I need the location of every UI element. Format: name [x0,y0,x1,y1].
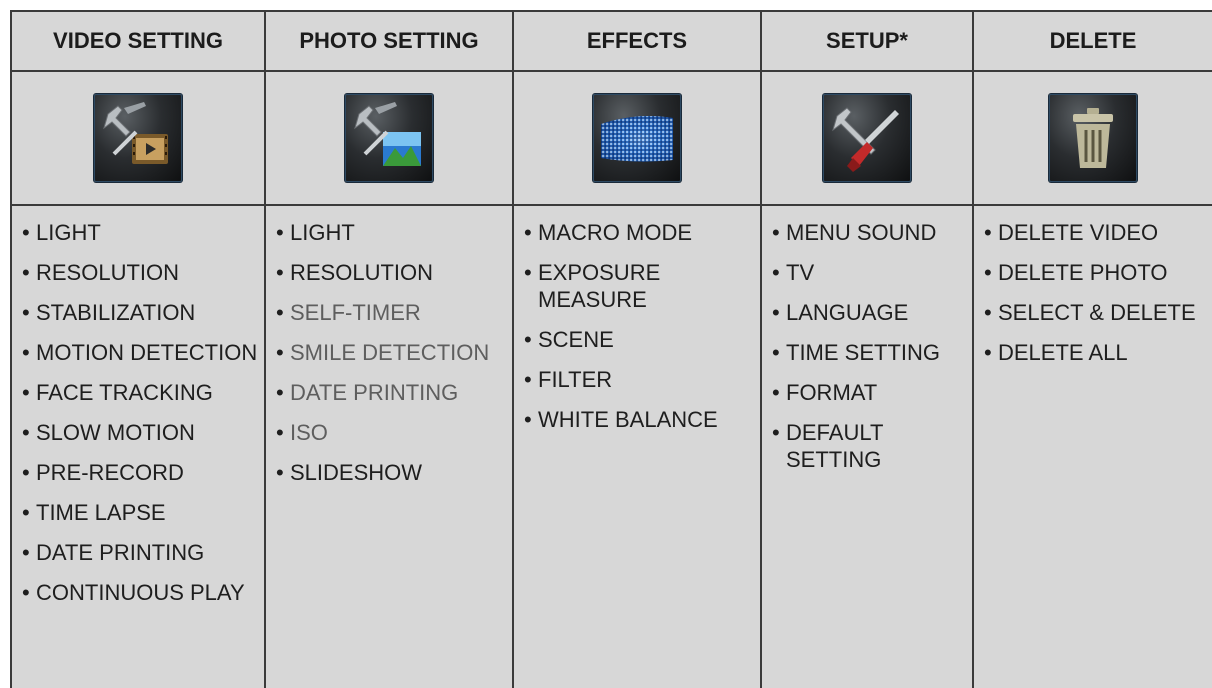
effects-icon[interactable] [593,94,681,182]
list-item: FORMAT [772,379,972,406]
list-item: SCENE [524,326,760,353]
item-list: LIGHT RESOLUTION SELF-TIMER SMILE DETECT… [266,206,512,486]
list-item: TV [772,259,972,286]
list-item: ISO [276,419,512,446]
list-item: TIME LAPSE [22,499,264,526]
list-item: DELETE PHOTO [984,259,1212,286]
list-item: SLOW MOTION [22,419,264,446]
trash-icon[interactable] [1049,94,1137,182]
list-item: DELETE VIDEO [984,219,1212,246]
column-setup: SETUP* MENU SOUND TV LANGUAGE TIME SETTI… [762,12,974,688]
column-header: EFFECTS [514,12,760,72]
list-item: SELECT & DELETE [984,299,1212,326]
list-item: WHITE BALANCE [524,406,760,433]
video-setting-icon[interactable] [94,94,182,182]
list-item: MOTION DETECTION [22,339,264,366]
list-item: MENU SOUND [772,219,972,246]
list-item: FILTER [524,366,760,393]
list-item: DEFAULT SETTING [772,419,972,473]
list-item: FACE TRACKING [22,379,264,406]
item-list: MACRO MODE EXPOSURE MEASURE SCENE FILTER… [514,206,760,433]
column-header: PHOTO SETTING [266,12,512,72]
list-item: DELETE ALL [984,339,1212,366]
photo-setting-icon[interactable] [345,94,433,182]
setup-tools-icon[interactable] [823,94,911,182]
item-list: LIGHT RESOLUTION STABILIZATION MOTION DE… [12,206,264,606]
menu-table: VIDEO SETTING LIGHT RESOLUTION STABILIZA… [10,10,1212,688]
list-item: LIGHT [276,219,512,246]
column-header: SETUP* [762,12,972,72]
list-item: SELF-TIMER [276,299,512,326]
list-item: TIME SETTING [772,339,972,366]
item-list: DELETE VIDEO DELETE PHOTO SELECT & DELET… [974,206,1212,366]
list-item: EXPOSURE MEASURE [524,259,760,313]
list-item: RESOLUTION [22,259,264,286]
list-item: SMILE DETECTION [276,339,512,366]
list-item: DATE PRINTING [276,379,512,406]
list-item: CONTINUOUS PLAY [22,579,264,606]
column-header: VIDEO SETTING [12,12,264,72]
list-item: MACRO MODE [524,219,760,246]
list-item: STABILIZATION [22,299,264,326]
item-list: MENU SOUND TV LANGUAGE TIME SETTING FORM… [762,206,972,473]
column-photo-setting: PHOTO SETTING LIGHT RESOLUTION SELF-TIME… [266,12,514,688]
list-item: PRE-RECORD [22,459,264,486]
list-item: LANGUAGE [772,299,972,326]
list-item: RESOLUTION [276,259,512,286]
list-item: DATE PRINTING [22,539,264,566]
list-item: LIGHT [22,219,264,246]
column-video-setting: VIDEO SETTING LIGHT RESOLUTION STABILIZA… [12,12,266,688]
column-header: DELETE [974,12,1212,72]
list-item: SLIDESHOW [276,459,512,486]
column-delete: DELETE DELETE VIDEO DELETE PHOTO SELECT … [974,12,1212,688]
column-effects: EFFECTS • MACRO MODE • EXPOSURE MEASURE … [514,12,762,688]
